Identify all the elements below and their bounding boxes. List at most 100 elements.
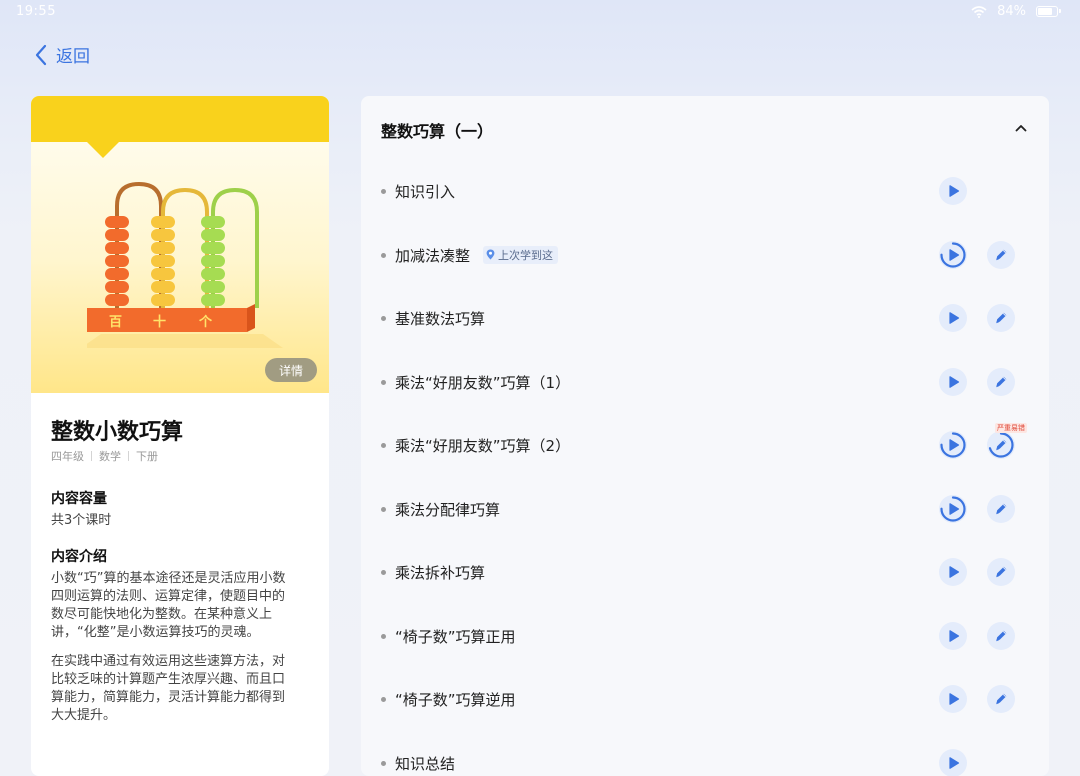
lesson-row[interactable]: “椅子数”巧算正用: [361, 611, 1049, 661]
collapse-button[interactable]: [1011, 118, 1031, 138]
play-button[interactable]: [939, 304, 967, 332]
battery-icon: [1036, 6, 1061, 17]
play-icon: [949, 629, 960, 642]
lesson-name: 乘法“好朋友数”巧算（2）: [395, 437, 571, 455]
pencil-icon: [996, 249, 1007, 260]
lesson-row[interactable]: “椅子数”巧算逆用: [361, 674, 1049, 724]
chevron-up-icon: [1015, 125, 1027, 132]
unit-title: 整数巧算（一）: [381, 122, 494, 141]
pencil-icon: [996, 693, 1007, 705]
lesson-row[interactable]: 乘法“好朋友数”巧算（1）: [361, 357, 1049, 407]
battery-percent: 84%: [997, 4, 1026, 19]
intro-line: 数尽可能快地化为整数。在某种意义上: [51, 607, 273, 622]
play-button[interactable]: [939, 431, 967, 459]
exercise-button[interactable]: [987, 494, 1015, 523]
play-button[interactable]: [939, 558, 967, 586]
lesson-row[interactable]: 乘法“好朋友数”巧算（2） 严重易错: [361, 420, 1049, 470]
play-button[interactable]: [939, 494, 967, 523]
capacity-text: 共3个课时: [51, 513, 112, 528]
pencil-icon: [996, 376, 1007, 387]
play-icon: [949, 185, 960, 197]
pencil-icon: [988, 432, 1014, 458]
exercise-button[interactable]: [987, 304, 1015, 332]
intro-paragraph-2: 在实践中通过有效运用这些速算方法，对 比较乏味的计算题产生浓厚兴趣、而且口 算能…: [51, 653, 309, 725]
detail-button[interactable]: 详情: [265, 358, 317, 382]
bullet-dot: [381, 189, 386, 194]
tag-volume: 下册: [136, 450, 158, 463]
capacity-heading: 内容容量: [51, 491, 107, 507]
play-button[interactable]: [939, 685, 967, 713]
location-pin-icon: [486, 249, 495, 260]
bullet-dot: [381, 760, 386, 766]
lesson-row[interactable]: 知识总结: [361, 738, 1049, 776]
lesson-name: 知识总结: [395, 754, 456, 773]
lesson-name: 乘法分配律巧算: [395, 500, 501, 519]
play-button[interactable]: [939, 240, 967, 269]
tag-subject: 数学: [99, 450, 121, 463]
status-time: 19:55: [16, 4, 56, 19]
last-learned-label: 上次学到这: [498, 248, 553, 262]
bullet-dot: [381, 252, 386, 258]
intro-line: 讲，“化整”是小数运算技巧的灵魂。: [51, 625, 260, 640]
lesson-name: 加减法凑整: [395, 246, 471, 265]
lesson-panel: 整数巧算（一） 知识引入加减法凑整 上次学到这基准数法巧算乘法“好朋友数”巧算（1…: [361, 96, 1049, 776]
lesson-row[interactable]: 基准数法巧算: [361, 293, 1049, 343]
pencil-icon: [996, 312, 1007, 324]
lesson-row[interactable]: 乘法拆补巧算: [361, 547, 1049, 597]
play-icon: [949, 756, 960, 769]
lesson-row[interactable]: 乘法分配律巧算: [361, 484, 1049, 534]
last-learned-badge: 上次学到这: [483, 245, 558, 264]
course-cover: 百 十 个 详情: [31, 96, 329, 393]
play-button[interactable]: [939, 748, 967, 776]
play-button[interactable]: [939, 177, 967, 205]
intro-heading: 内容介绍: [51, 549, 107, 565]
bullet-dot: [381, 379, 386, 385]
status-bar: 19:55 84%: [0, 0, 1080, 24]
play-icon: [949, 566, 960, 578]
bullet-dot: [381, 506, 386, 512]
play-icon: [940, 241, 966, 268]
lesson-row[interactable]: 知识引入: [361, 166, 1049, 216]
pencil-icon: [996, 503, 1007, 514]
play-icon: [949, 312, 960, 324]
bullet-dot: [381, 697, 386, 702]
course-title: 整数小数巧算: [51, 420, 184, 445]
intro-paragraph-1: 小数“巧”算的基本途径还是灵活应用小数 四则运算的法则、运算定律，使题目中的 数…: [51, 570, 309, 642]
play-icon: [940, 495, 966, 522]
tag-divider: [91, 451, 92, 461]
exercise-button[interactable]: [987, 621, 1015, 650]
exercise-button[interactable]: [987, 367, 1015, 396]
exercise-button[interactable]: [987, 240, 1015, 269]
bullet-dot: [381, 443, 386, 448]
play-icon: [949, 693, 960, 705]
pencil-icon: [996, 566, 1007, 578]
abacus-label-hundreds: 百: [109, 315, 122, 330]
lesson-name: 基准数法巧算: [395, 310, 486, 328]
play-button[interactable]: [939, 367, 967, 396]
intro-line: 大大提升。: [51, 708, 117, 723]
pencil-icon: [996, 630, 1007, 641]
play-button[interactable]: [939, 621, 967, 650]
play-icon: [940, 432, 966, 458]
exercise-button[interactable]: [987, 431, 1015, 459]
abacus-label-tens: 十: [153, 314, 166, 330]
back-button[interactable]: 返回: [34, 42, 90, 67]
bullet-dot: [381, 633, 386, 639]
lesson-row[interactable]: 加减法凑整 上次学到这: [361, 230, 1049, 280]
intro-line: 在实践中通过有效运用这些速算方法，对: [51, 654, 286, 669]
play-icon: [949, 375, 960, 388]
intro-line: 小数“巧”算的基本途径还是灵活应用小数: [51, 571, 286, 586]
course-card: 百 十 个 详情 整数小数巧算 四年级 数学 下册 内容容量 共3个课时 内容介…: [31, 96, 329, 776]
hot-error-tag: 严重易错: [995, 423, 1027, 433]
wifi-icon: [971, 5, 987, 18]
bullet-dot: [381, 570, 386, 575]
course-tags: 四年级 数学 下册: [51, 448, 158, 464]
exercise-button[interactable]: [987, 685, 1015, 713]
exercise-button[interactable]: [987, 558, 1015, 586]
lesson-name: 知识引入: [395, 183, 456, 201]
cover-banner: [31, 96, 329, 142]
abacus-illustration: 百 十 个: [87, 181, 283, 348]
lesson-name: 乘法“好朋友数”巧算（1）: [395, 373, 571, 392]
chevron-left-icon: [35, 44, 47, 65]
lesson-name: “椅子数”巧算逆用: [395, 691, 516, 709]
